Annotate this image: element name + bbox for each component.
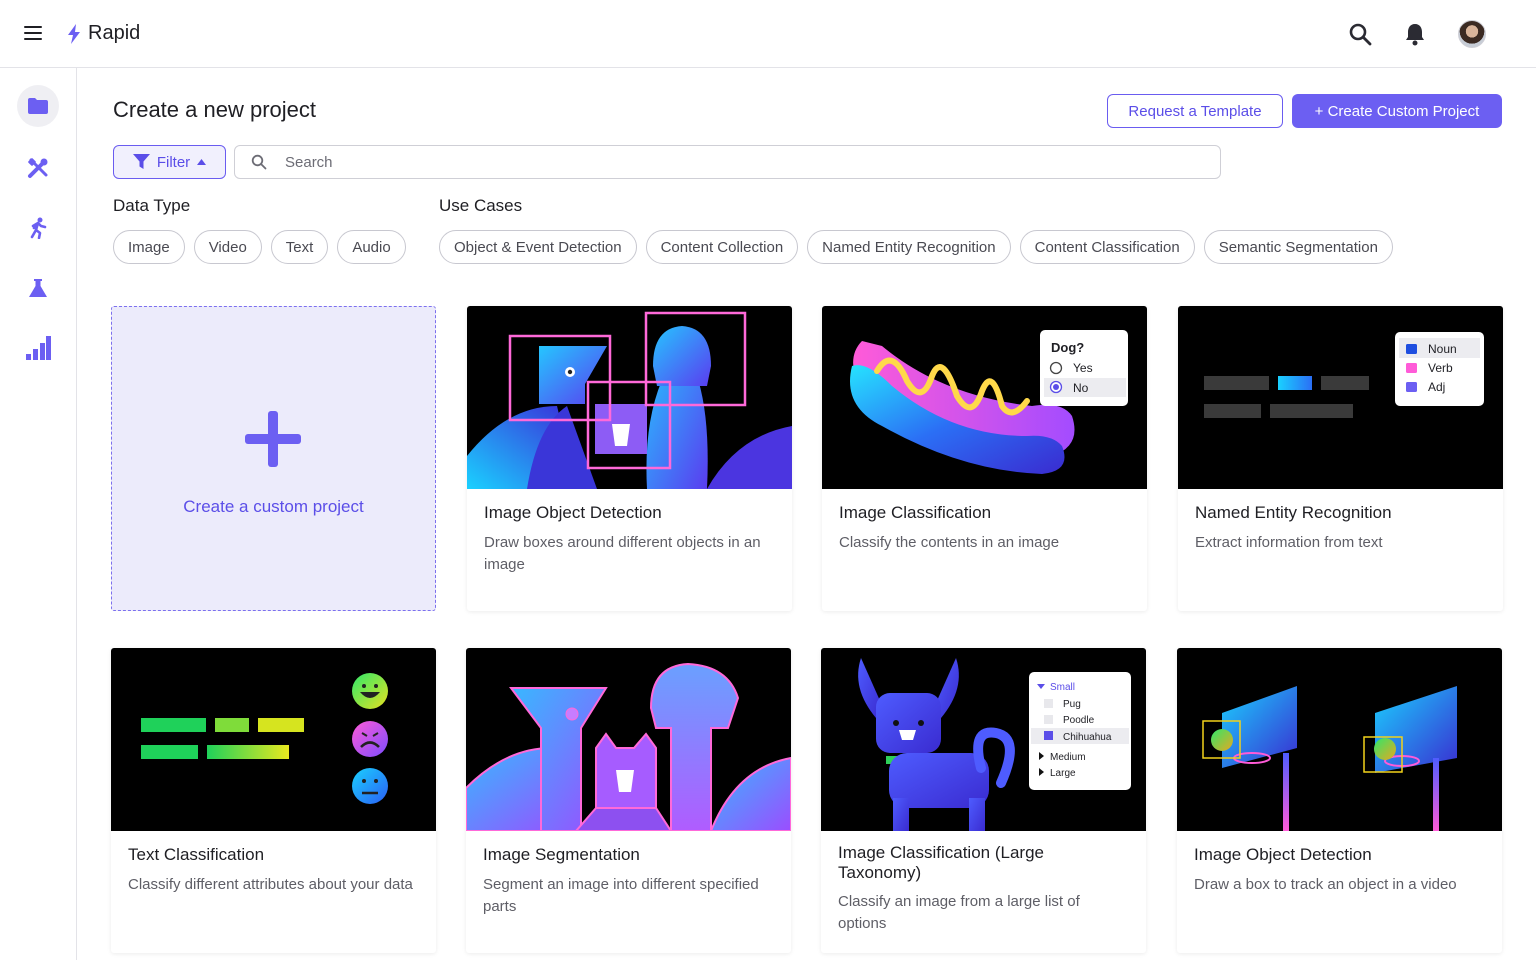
tools-icon <box>28 158 48 178</box>
widget-option-no: No <box>1073 381 1089 395</box>
plus-icon <box>245 411 301 467</box>
tree-item-chihuahua: Chihuahua <box>1063 732 1112 743</box>
legend-noun: Noun <box>1428 342 1457 356</box>
widget-option-yes: Yes <box>1073 361 1093 375</box>
use-cases-label: Use Cases <box>439 196 523 215</box>
create-custom-project-card[interactable]: Create a custom project <box>111 306 436 611</box>
create-custom-project-button[interactable]: + Create Custom Project <box>1292 94 1502 128</box>
card-description: Segment an image into different specifie… <box>483 876 759 915</box>
card-thumbnail: Noun Verb Adj <box>1178 306 1503 489</box>
chip-video[interactable]: Video <box>193 230 262 264</box>
card-title: Image Classification <box>839 503 992 522</box>
bar-chart-icon <box>26 336 51 360</box>
chip-object-event-detection[interactable]: Object & Event Detection <box>439 230 637 264</box>
project-card-named-entity-recognition[interactable]: Noun Verb Adj Named Entity Recognition E… <box>1178 306 1503 611</box>
brand[interactable]: Rapid <box>66 22 140 45</box>
search-field-icon <box>251 154 267 170</box>
card-thumbnail: Dog? Yes No <box>822 306 1147 489</box>
chip-audio[interactable]: Audio <box>337 230 406 264</box>
tree-item-poodle: Poodle <box>1063 715 1095 726</box>
sidebar-item-lab[interactable] <box>17 267 59 309</box>
widget-question: Dog? <box>1051 340 1084 355</box>
tree-item-medium: Medium <box>1050 752 1086 763</box>
card-thumbnail <box>111 648 436 831</box>
use-case-chips: Object & Event Detection Content Collect… <box>439 230 1393 264</box>
caret-up-icon <box>197 159 207 165</box>
chip-content-collection[interactable]: Content Collection <box>645 230 799 264</box>
sidebar-item-activity[interactable] <box>17 207 59 249</box>
tree-item-large: Large <box>1050 768 1076 779</box>
project-card-image-object-detection[interactable]: Image Object Detection Draw boxes around… <box>467 306 792 611</box>
search-box <box>234 145 1221 179</box>
bolt-icon <box>68 23 80 44</box>
card-description: Draw a box to track an object in a video <box>1194 876 1457 893</box>
project-card-image-classification[interactable]: Dog? Yes No Image Classification Classif… <box>822 306 1147 611</box>
legend-verb: Verb <box>1428 361 1453 375</box>
search-input[interactable] <box>285 153 1185 171</box>
card-title: Image Classification (Large Taxonomy) <box>838 843 1044 882</box>
flask-icon <box>29 279 47 297</box>
filter-icon <box>132 154 150 169</box>
chip-image[interactable]: Image <box>113 230 185 264</box>
card-description: Classify different attributes about your… <box>128 876 413 893</box>
card-title: Text Classification <box>128 845 265 864</box>
main-content: Create a new project Request a Template … <box>77 68 1536 960</box>
card-description: Classify the contents in an image <box>839 534 1060 551</box>
bell-icon[interactable] <box>1401 20 1429 48</box>
chip-named-entity-recognition[interactable]: Named Entity Recognition <box>807 230 1011 264</box>
request-template-button[interactable]: Request a Template <box>1107 94 1283 128</box>
project-card-image-classification-large-taxonomy[interactable]: Small Pug Poodle Chihuahua Medium Large … <box>821 648 1146 953</box>
card-description: Classify an image from a large list of o… <box>838 893 1080 932</box>
card-thumbnail <box>467 306 792 489</box>
project-card-image-segmentation[interactable]: Image Segmentation Segment an image into… <box>466 648 791 953</box>
project-card-text-classification[interactable]: Text Classification Classify different a… <box>111 648 436 953</box>
sidebar-item-tools[interactable] <box>17 147 59 189</box>
card-thumbnail <box>466 648 791 831</box>
legend-adj: Adj <box>1428 380 1445 394</box>
runner-icon <box>30 217 47 239</box>
card-title: Image Segmentation <box>483 845 640 864</box>
card-title: Image Object Detection <box>484 503 662 522</box>
create-custom-project-label: Create a custom project <box>183 497 364 516</box>
avatar[interactable] <box>1458 20 1486 48</box>
filter-button[interactable]: Filter <box>113 145 226 179</box>
card-description: Extract information from text <box>1195 534 1383 551</box>
sidebar-item-projects[interactable] <box>17 85 59 127</box>
card-thumbnail <box>1177 648 1502 831</box>
chip-content-classification[interactable]: Content Classification <box>1019 230 1195 264</box>
chip-text[interactable]: Text <box>270 230 329 264</box>
search-icon[interactable] <box>1346 20 1374 48</box>
sidebar-item-analytics[interactable] <box>17 327 59 369</box>
data-type-label: Data Type <box>113 196 191 215</box>
data-type-chips: Image Video Text Audio <box>113 230 406 264</box>
tree-item-pug: Pug <box>1063 699 1081 710</box>
card-title: Named Entity Recognition <box>1195 503 1392 522</box>
chip-semantic-segmentation[interactable]: Semantic Segmentation <box>1203 230 1393 264</box>
top-bar: Rapid <box>0 0 1536 68</box>
filter-label: Filter <box>156 153 191 171</box>
sidebar <box>0 68 77 960</box>
menu-icon[interactable] <box>24 26 42 40</box>
card-title: Image Object Detection <box>1194 845 1372 864</box>
card-description: Draw boxes around different objects in a… <box>484 534 761 573</box>
project-card-video-object-detection[interactable]: Image Object Detection Draw a box to tra… <box>1177 648 1502 953</box>
card-thumbnail: Small Pug Poodle Chihuahua Medium Large <box>821 648 1146 831</box>
brand-name: Rapid <box>88 22 141 44</box>
tree-root: Small <box>1050 682 1075 693</box>
page-title: Create a new project <box>113 97 316 122</box>
folder-icon <box>28 98 48 114</box>
